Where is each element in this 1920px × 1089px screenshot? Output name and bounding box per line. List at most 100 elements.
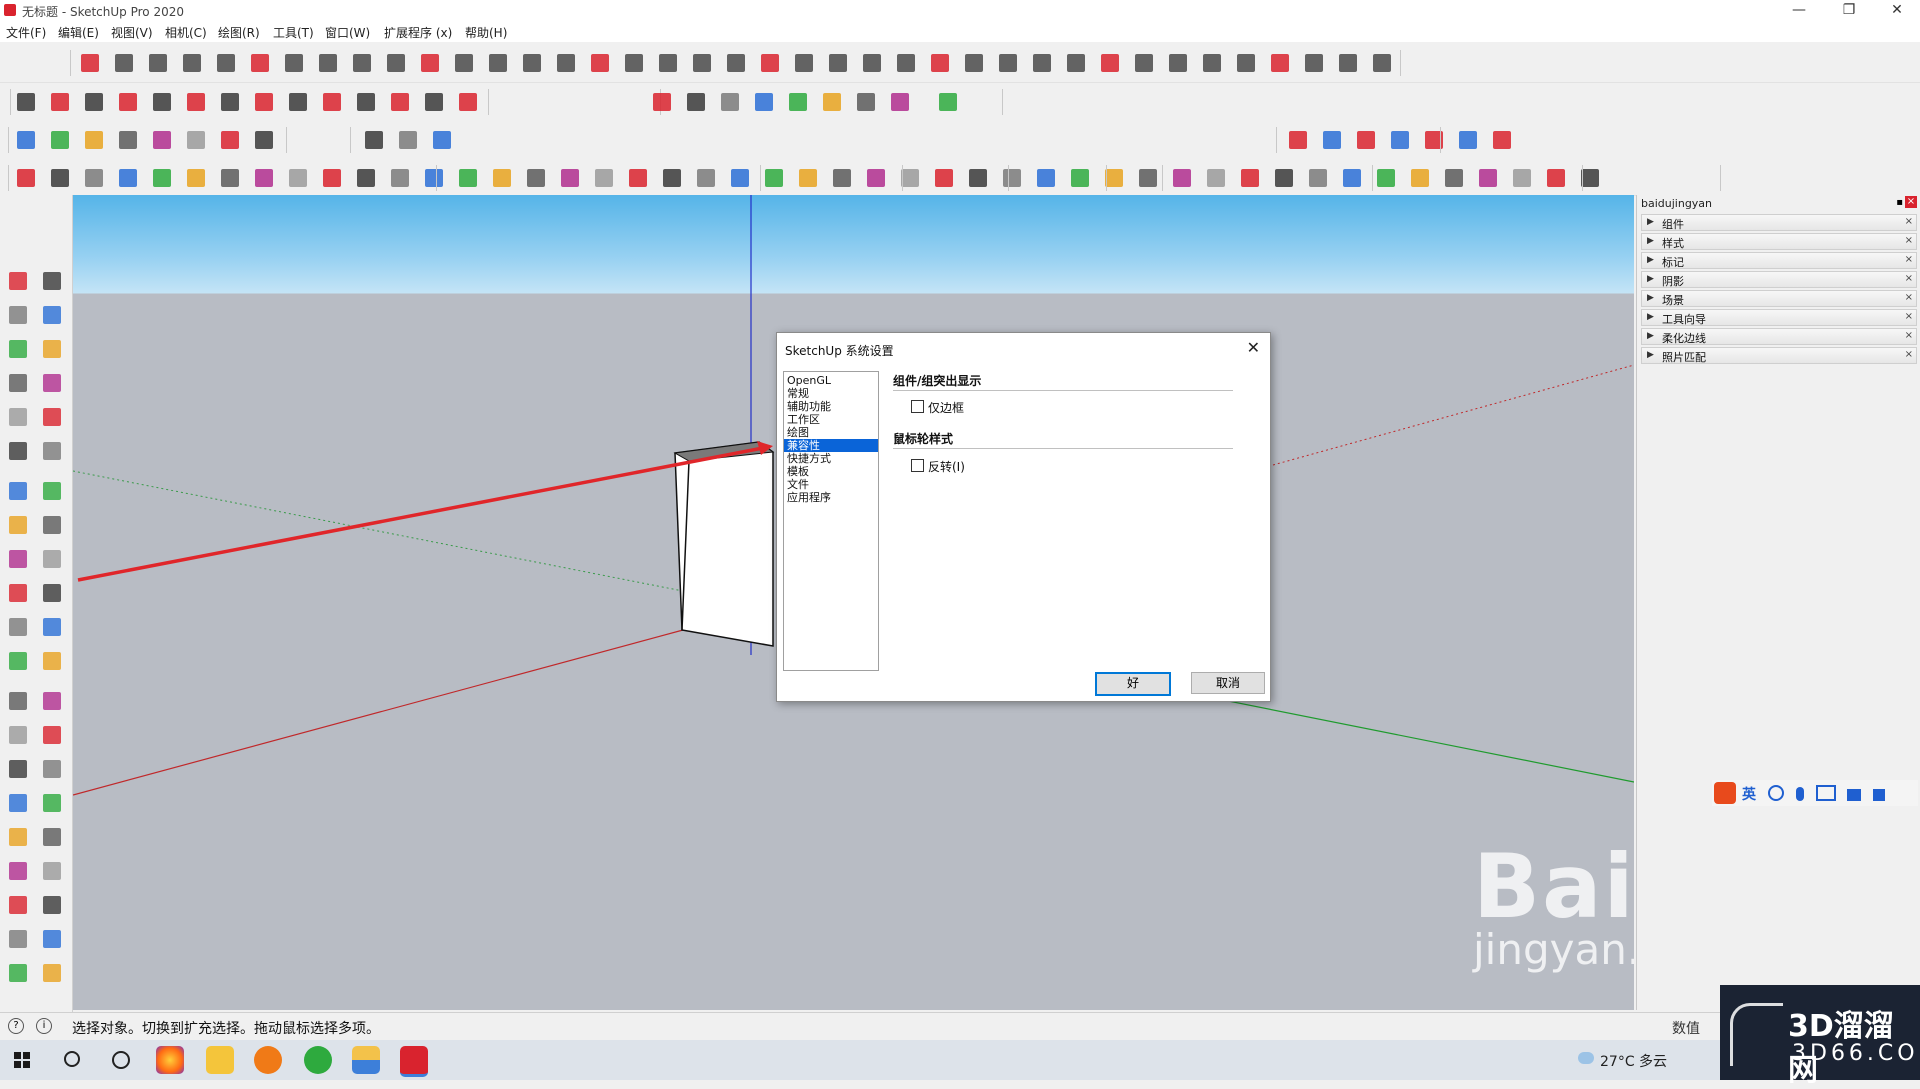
large-tool-icon[interactable]	[40, 547, 64, 571]
toolbar-tool-icon[interactable]	[180, 51, 204, 75]
cortana-icon[interactable]	[112, 1051, 130, 1069]
toolbar-tool-icon[interactable]	[690, 51, 714, 75]
emoji-icon[interactable]	[1768, 785, 1784, 801]
toolbar-tool-icon[interactable]	[864, 166, 888, 190]
skin-icon[interactable]	[1847, 789, 1862, 801]
toolbar-tool-icon[interactable]	[860, 51, 884, 75]
toolbar-tool-icon[interactable]	[456, 166, 480, 190]
large-tool-icon[interactable]	[6, 337, 30, 361]
toolbar-tool-icon[interactable]	[78, 51, 102, 75]
toolbar-tool-icon[interactable]	[830, 166, 854, 190]
toolbar-tool-icon[interactable]	[248, 51, 272, 75]
large-tool-icon[interactable]	[6, 439, 30, 463]
toolbar-tool-icon[interactable]	[146, 51, 170, 75]
firefox-icon[interactable]	[156, 1046, 184, 1074]
sogou-icon[interactable]	[1714, 782, 1736, 804]
toolbar-tool-icon[interactable]	[282, 51, 306, 75]
toolbar-tool-icon[interactable]	[758, 51, 782, 75]
tray-panel-components[interactable]: ▶ 组件 ×	[1641, 214, 1917, 231]
toolbar-tool-icon[interactable]	[430, 128, 454, 152]
toolbar-tool-icon[interactable]	[354, 90, 378, 114]
invert-wheel-checkbox[interactable]	[911, 459, 924, 472]
toolbar-tool-icon[interactable]	[150, 90, 174, 114]
toolbar-tool-icon[interactable]	[1354, 128, 1378, 152]
geo-location-icon[interactable]: ?	[8, 1018, 24, 1034]
toolbar-tool-icon[interactable]	[116, 166, 140, 190]
large-tool-icon[interactable]	[40, 649, 64, 673]
toolbar-tool-icon[interactable]	[418, 51, 442, 75]
large-tool-icon[interactable]	[40, 269, 64, 293]
microphone-icon[interactable]	[1795, 787, 1804, 801]
toolbar-tool-icon[interactable]	[354, 166, 378, 190]
toolbar-tool-icon[interactable]	[558, 166, 582, 190]
cancel-button[interactable]: 取消	[1191, 672, 1265, 694]
toolbar-tool-icon[interactable]	[820, 90, 844, 114]
windows-start-icon[interactable]	[14, 1052, 30, 1068]
toolbar-tool-icon[interactable]	[350, 51, 374, 75]
bounding-box-only-checkbox[interactable]	[911, 400, 924, 413]
toolbar-tool-icon[interactable]	[252, 166, 276, 190]
toolbar-tool-icon[interactable]	[524, 166, 548, 190]
toolbar-tool-icon[interactable]	[1442, 166, 1466, 190]
ime-language-toggle[interactable]: 英	[1742, 784, 1756, 804]
toolbar-tool-icon[interactable]	[796, 166, 820, 190]
keyboard-icon[interactable]	[1815, 785, 1836, 801]
ime-tool-icons[interactable]	[1768, 785, 1908, 801]
toolbar-tool-icon[interactable]	[786, 90, 810, 114]
menu-draw[interactable]: 绘图(R)	[218, 24, 260, 41]
toolbar-tool-icon[interactable]	[728, 166, 752, 190]
toolbar-tool-icon[interactable]	[1374, 166, 1398, 190]
toolbar-tool-icon[interactable]	[718, 90, 742, 114]
category-compatibility[interactable]: 兼容性	[784, 439, 878, 452]
toolbar-tool-icon[interactable]	[1408, 166, 1432, 190]
toolbar-tool-icon[interactable]	[218, 166, 242, 190]
large-tool-icon[interactable]	[40, 581, 64, 605]
browser-icon[interactable]	[254, 1046, 282, 1074]
large-tool-icon[interactable]	[40, 927, 64, 951]
toolbar-tool-icon[interactable]	[286, 166, 310, 190]
menu-camera[interactable]: 相机(C)	[165, 24, 207, 41]
close-icon[interactable]: ×	[1905, 216, 1913, 227]
toolbar-tool-icon[interactable]	[1388, 128, 1412, 152]
toolbar-tool-icon[interactable]	[316, 51, 340, 75]
menu-extensions[interactable]: 扩展程序 (x)	[384, 24, 452, 41]
toolbar-tool-icon[interactable]	[1132, 51, 1156, 75]
toolbar-tool-icon[interactable]	[1204, 166, 1228, 190]
large-tool-icon[interactable]	[6, 825, 30, 849]
box-front-face[interactable]	[674, 441, 774, 647]
large-tool-icon[interactable]	[40, 859, 64, 883]
large-tool-icon[interactable]	[6, 791, 30, 815]
search-icon[interactable]	[64, 1051, 80, 1067]
toolbar-tool-icon[interactable]	[592, 166, 616, 190]
toolbar-tool-icon[interactable]	[1000, 166, 1024, 190]
toolbar-tool-icon[interactable]	[82, 166, 106, 190]
ie-browser-icon[interactable]	[304, 1046, 332, 1074]
category-opengl[interactable]: OpenGL	[784, 374, 878, 387]
large-tool-icon[interactable]	[6, 927, 30, 951]
toolbar-tool-icon[interactable]	[1302, 51, 1326, 75]
toolbar-tool-icon[interactable]	[1234, 51, 1258, 75]
toolbar-tool-icon[interactable]	[936, 90, 960, 114]
category-drawing[interactable]: 绘图	[784, 426, 878, 439]
instructor-info-icon[interactable]: i	[36, 1018, 52, 1034]
menu-help[interactable]: 帮助(H)	[465, 24, 507, 41]
toolbar-tool-icon[interactable]	[252, 128, 276, 152]
toolbar-tool-icon[interactable]	[1476, 166, 1500, 190]
toolbar-tool-icon[interactable]	[650, 90, 674, 114]
toolbar-tool-icon[interactable]	[486, 51, 510, 75]
large-tool-icon[interactable]	[6, 649, 30, 673]
large-tool-icon[interactable]	[40, 405, 64, 429]
toolbar-tool-icon[interactable]	[1272, 166, 1296, 190]
toolbar-tool-icon[interactable]	[1136, 166, 1160, 190]
toolbar-tool-icon[interactable]	[456, 90, 480, 114]
tray-panel-soften-edges[interactable]: ▶ 柔化边线 ×	[1641, 328, 1917, 345]
toolbar-tool-icon[interactable]	[286, 90, 310, 114]
large-tool-icon[interactable]	[6, 961, 30, 985]
toolbar-tool-icon[interactable]	[184, 166, 208, 190]
toolbar-tool-icon[interactable]	[320, 90, 344, 114]
large-tool-icon[interactable]	[40, 893, 64, 917]
menu-window[interactable]: 窗口(W)	[325, 24, 370, 41]
large-tool-icon[interactable]	[6, 615, 30, 639]
toolbar-tool-icon[interactable]	[1098, 51, 1122, 75]
large-tool-icon[interactable]	[6, 757, 30, 781]
